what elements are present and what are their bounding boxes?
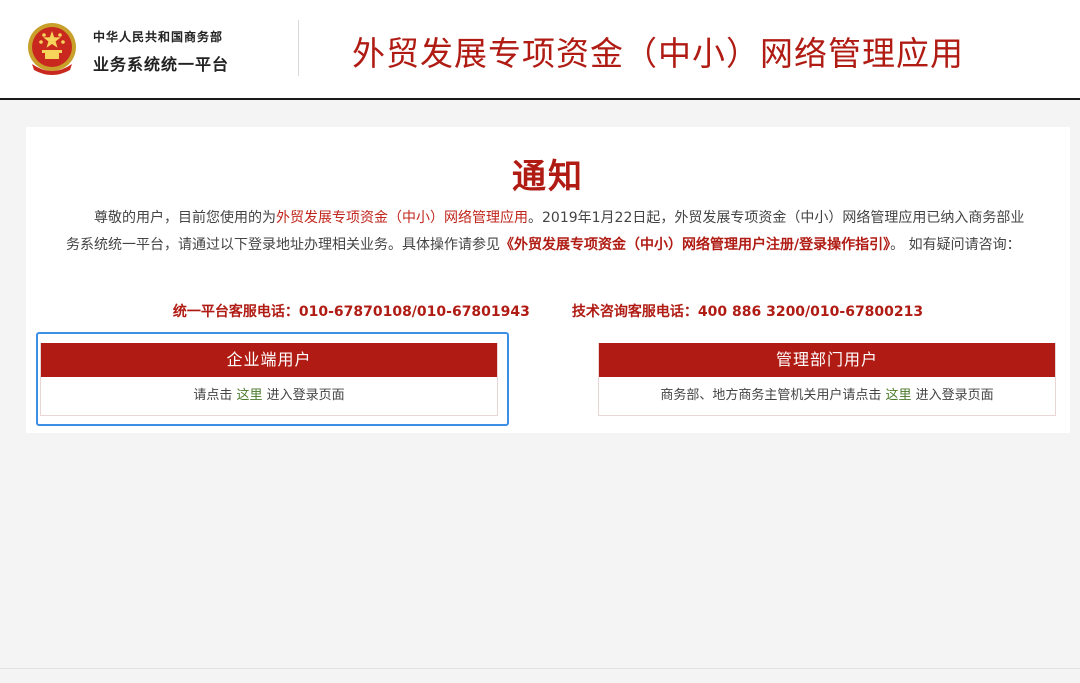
platform-name: 业务系统统一平台	[93, 55, 230, 74]
admin-card-title: 管理部门用户	[599, 343, 1055, 377]
enterprise-suffix-text: 进入登录页面	[266, 388, 345, 403]
org-name: 中华人民共和国商务部	[93, 30, 224, 44]
platform-brand: 中华人民共和国商务部 业务系统统一平台	[93, 28, 229, 75]
notice-panel: 通知 尊敬的用户，目前您使用的为外贸发展专项资金（中小）网络管理应用。2019年…	[26, 127, 1070, 433]
app-title: 外贸发展专项资金（中小）网络管理应用	[352, 34, 964, 73]
enterprise-login-link[interactable]: 这里	[236, 388, 262, 403]
admin-user-card[interactable]: 管理部门用户 商务部、地方商务主管机关用户请点击 这里 进入登录页面	[598, 343, 1056, 416]
notice-title: 通知	[512, 157, 584, 197]
notice-app-name: 外贸发展专项资金（中小）网络管理应用	[276, 210, 528, 226]
platform-hotline: 统一平台客服电话：010-67870108/010-67801943	[172, 304, 530, 320]
admin-prompt-text: 商务部、地方商务主管机关用户请点击	[660, 388, 882, 403]
national-emblem-icon	[28, 23, 76, 75]
admin-card-body: 商务部、地方商务主管机关用户请点击 这里 进入登录页面	[599, 377, 1055, 415]
enterprise-card-title: 企业端用户	[41, 343, 497, 377]
footer-divider	[0, 668, 1080, 669]
enterprise-prompt-text: 请点击	[193, 388, 233, 403]
tech-hotline: 技术咨询客服电话：400 886 3200/010-67800213	[571, 304, 924, 320]
admin-login-link[interactable]: 这里	[885, 388, 911, 403]
notice-body: 尊敬的用户，目前您使用的为外贸发展专项资金（中小）网络管理应用。2019年1月2…	[66, 205, 1036, 259]
site-header: 中华人民共和国商务部 业务系统统一平台 外贸发展专项资金（中小）网络管理应用	[0, 0, 1080, 100]
support-hotlines: 统一平台客服电话：010-67870108/010-67801943 技术咨询客服…	[26, 301, 1070, 321]
enterprise-card-body: 请点击 这里 进入登录页面	[41, 377, 497, 415]
enterprise-user-card[interactable]: 企业端用户 请点击 这里 进入登录页面	[40, 343, 498, 416]
notice-text-part1: 尊敬的用户，目前您使用的为	[94, 210, 276, 226]
notice-text-part3: 。 如有疑问请咨询：	[890, 237, 1021, 253]
operation-guide-link[interactable]: 《外贸发展专项资金（中小）网络管理用户注册/登录操作指引》	[500, 237, 890, 253]
admin-suffix-text: 进入登录页面	[915, 388, 994, 403]
header-divider	[298, 20, 299, 76]
